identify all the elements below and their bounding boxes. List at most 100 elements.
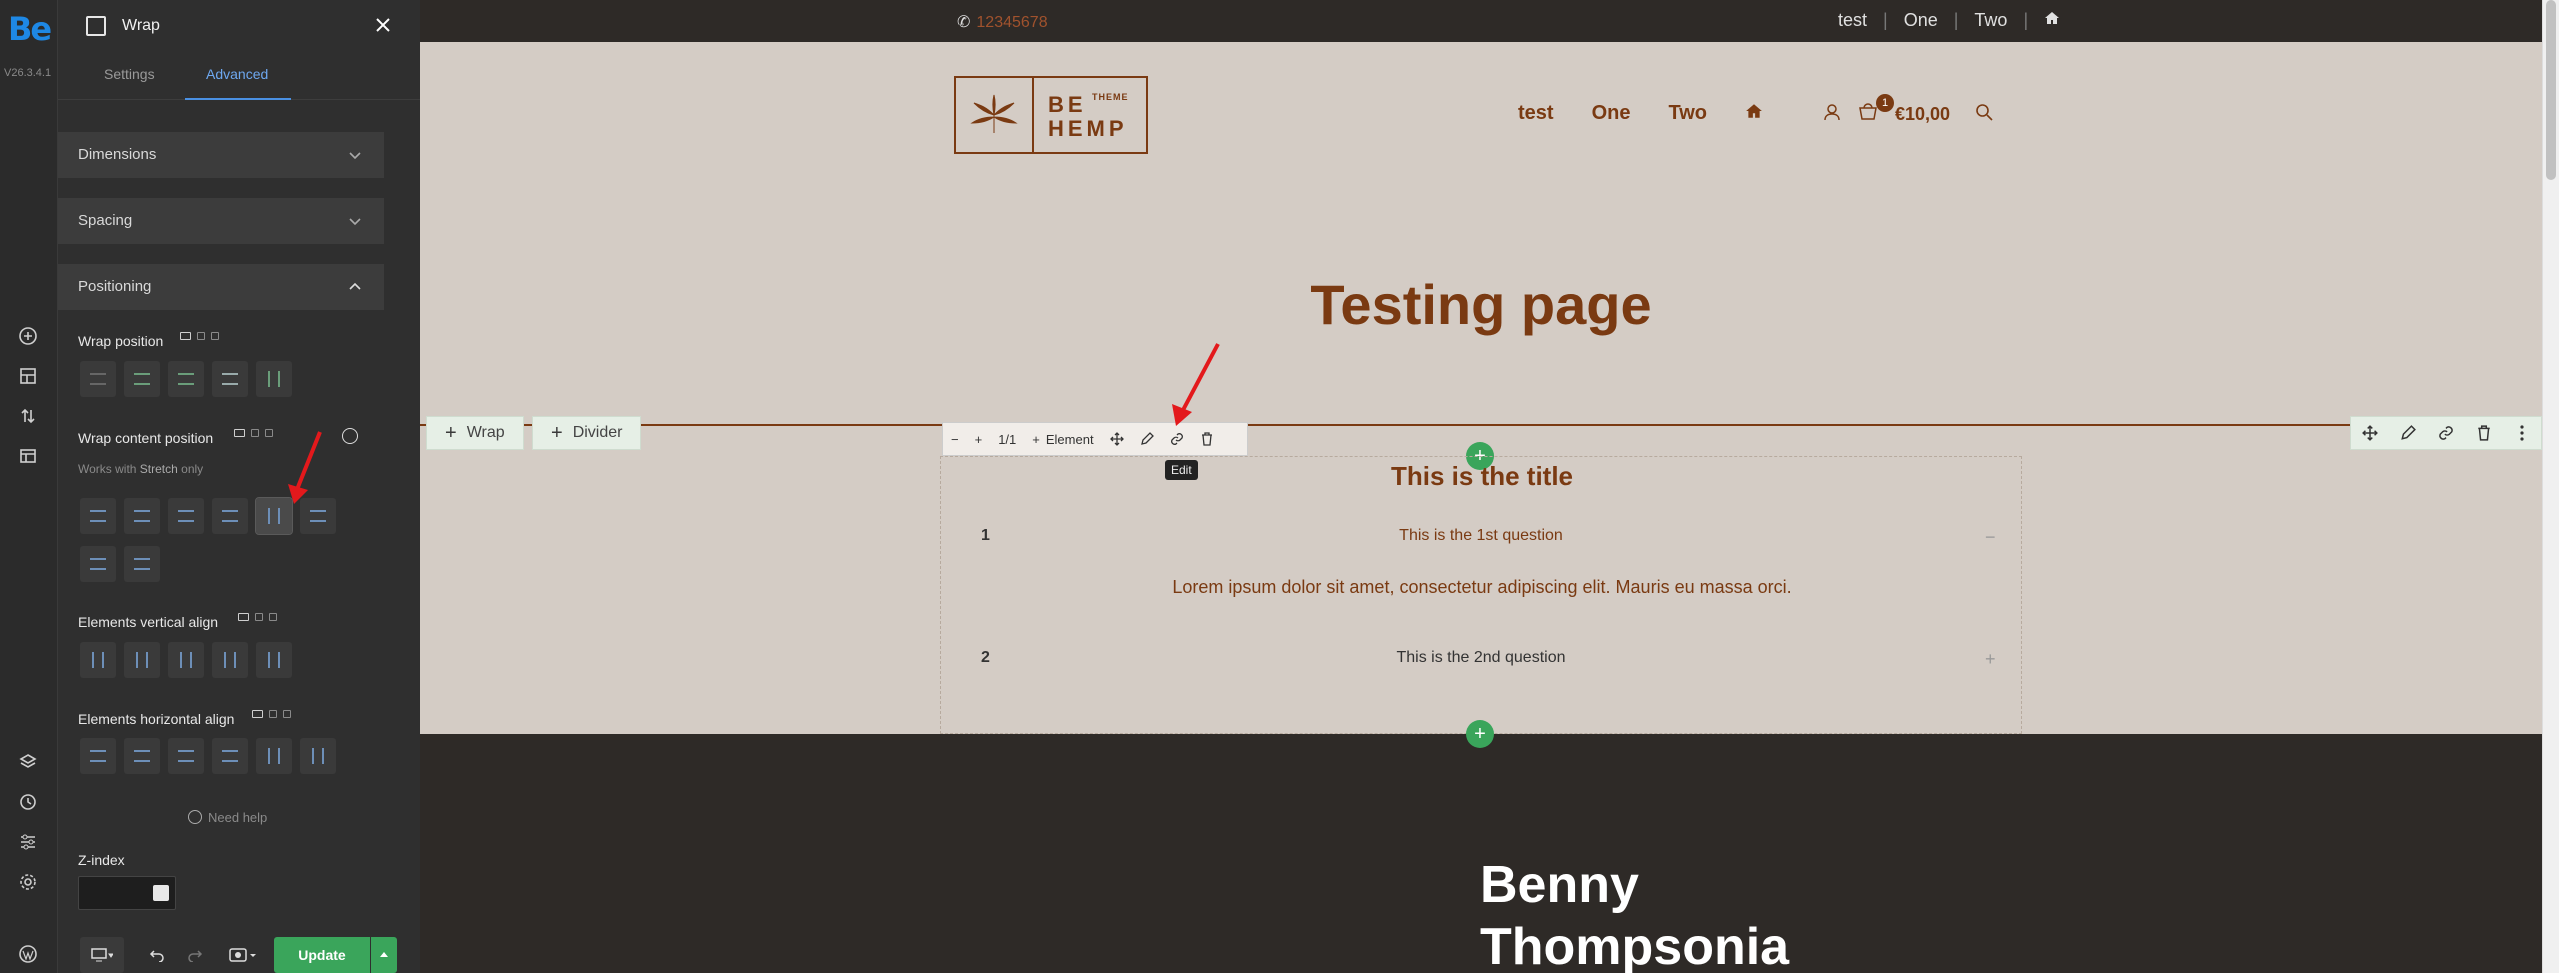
site-header: BE THEME HEMP test One Two 1 €10,00 [420, 42, 2542, 184]
annotation-arrow [288, 431, 322, 504]
desktop-icon[interactable] [180, 332, 191, 340]
need-help-link[interactable]: Need help [188, 810, 267, 825]
vertical-align-option[interactable] [124, 642, 160, 678]
sort-icon[interactable] [14, 402, 42, 430]
increase-width-button[interactable]: + [967, 423, 991, 455]
update-options-button[interactable] [371, 937, 397, 973]
accordion-answer: Lorem ipsum dolor sit amet, consectetur … [1172, 577, 1792, 597]
undo-button[interactable] [144, 937, 170, 973]
content-position-option[interactable] [168, 498, 204, 534]
history-icon[interactable] [14, 788, 42, 816]
content-position-option[interactable] [124, 498, 160, 534]
info-icon[interactable] [342, 428, 358, 444]
betheme-logo[interactable]: Be [8, 10, 52, 48]
tablet-icon[interactable] [269, 710, 277, 718]
accordion-dimensions[interactable]: Dimensions [58, 132, 384, 178]
accordion-spacing[interactable]: Spacing [58, 198, 384, 244]
content-position-option[interactable] [124, 546, 160, 582]
link-icon[interactable] [2427, 417, 2465, 449]
vertical-align-option[interactable] [80, 642, 116, 678]
template-icon[interactable] [14, 442, 42, 470]
nav-item-two[interactable]: Two [1668, 102, 1707, 126]
gear-icon[interactable] [14, 868, 42, 896]
accordion-item[interactable]: 1 This is the 1st question − [981, 527, 1996, 551]
user-icon[interactable] [1820, 100, 1844, 124]
nav-item-one[interactable]: One [1592, 102, 1631, 126]
tablet-icon[interactable] [255, 613, 263, 621]
selected-wrap[interactable]: This is the title 1 This is the 1st ques… [940, 456, 2022, 734]
desktop-icon[interactable] [252, 710, 263, 718]
desktop-icon[interactable] [234, 429, 245, 437]
tab-settings[interactable]: Settings [104, 66, 155, 82]
horizontal-align-option[interactable] [256, 738, 292, 774]
add-divider-button[interactable]: + Divider [532, 416, 642, 450]
wrap-position-option[interactable] [256, 361, 292, 397]
add-icon[interactable] [14, 322, 42, 350]
top-nav-one[interactable]: One [1904, 10, 1938, 31]
expand-icon[interactable]: + [1985, 649, 1996, 670]
home-icon[interactable] [1745, 102, 1763, 126]
add-section-below-button[interactable]: + [1466, 720, 1494, 748]
undo-icon [149, 950, 164, 962]
site-logo[interactable]: BE THEME HEMP [954, 76, 1148, 154]
wrap-position-option[interactable] [80, 361, 116, 397]
add-element-button[interactable]: + Element [1024, 423, 1101, 455]
trash-icon[interactable] [2465, 417, 2503, 449]
redo-button[interactable] [182, 937, 208, 973]
scrollbar-thumb[interactable] [2546, 0, 2556, 180]
vertical-align-option[interactable] [168, 642, 204, 678]
accordion-positioning[interactable]: Positioning [58, 264, 384, 310]
accordion-question: This is the 1st question [1399, 527, 1563, 544]
wordpress-icon[interactable] [14, 940, 42, 968]
vertical-align-option[interactable] [212, 642, 248, 678]
phone-number[interactable]: ✆ 12345678 [957, 12, 1048, 32]
mobile-icon[interactable] [211, 332, 219, 340]
mobile-icon[interactable] [283, 710, 291, 718]
panel-title: Wrap [122, 17, 160, 34]
tablet-icon[interactable] [197, 332, 205, 340]
wrap-position-option[interactable] [168, 361, 204, 397]
tab-advanced[interactable]: Advanced [206, 66, 268, 82]
horizontal-align-option[interactable] [212, 738, 248, 774]
edit-icon[interactable] [1132, 423, 1162, 455]
wrap-position-option[interactable] [212, 361, 248, 397]
tablet-icon[interactable] [251, 429, 259, 437]
top-nav-test[interactable]: test [1838, 10, 1867, 31]
horizontal-align-option[interactable] [168, 738, 204, 774]
horizontal-align-option[interactable] [124, 738, 160, 774]
horizontal-align-option[interactable] [80, 738, 116, 774]
collapse-icon[interactable]: − [1985, 527, 1996, 548]
cart-total[interactable]: €10,00 [1895, 104, 1950, 125]
decrease-width-button[interactable]: − [943, 423, 967, 455]
nav-item-test[interactable]: test [1518, 102, 1554, 126]
desktop-preview-button[interactable] [80, 937, 124, 973]
desktop-icon[interactable] [238, 613, 249, 621]
add-wrap-button[interactable]: + Wrap [426, 416, 524, 450]
content-position-option[interactable] [80, 546, 116, 582]
home-icon[interactable] [2044, 10, 2060, 31]
edit-icon[interactable] [2389, 417, 2427, 449]
horizontal-align-option[interactable] [300, 738, 336, 774]
wrap-size-label[interactable]: 1/1 [990, 423, 1024, 455]
move-icon[interactable] [2351, 417, 2389, 449]
stepper-icon[interactable] [153, 885, 169, 901]
search-icon[interactable] [1972, 100, 1996, 124]
page-scrollbar[interactable] [2542, 0, 2559, 973]
more-options-icon[interactable] [2503, 417, 2541, 449]
mobile-icon[interactable] [269, 613, 277, 621]
wrap-position-option[interactable] [124, 361, 160, 397]
vertical-align-option[interactable] [256, 642, 292, 678]
update-button[interactable]: Update [274, 937, 370, 973]
content-position-option[interactable] [80, 498, 116, 534]
move-icon[interactable] [1102, 423, 1132, 455]
preview-button[interactable] [220, 937, 266, 973]
accordion-item[interactable]: 2 This is the 2nd question + [981, 649, 1996, 673]
sliders-icon[interactable] [14, 828, 42, 856]
layout-icon[interactable] [14, 362, 42, 390]
mobile-icon[interactable] [265, 429, 273, 437]
content-position-option[interactable] [212, 498, 248, 534]
top-nav-two[interactable]: Two [1974, 10, 2007, 31]
layers-icon[interactable] [14, 748, 42, 776]
close-icon[interactable] [370, 12, 396, 38]
zindex-input[interactable] [78, 876, 176, 910]
